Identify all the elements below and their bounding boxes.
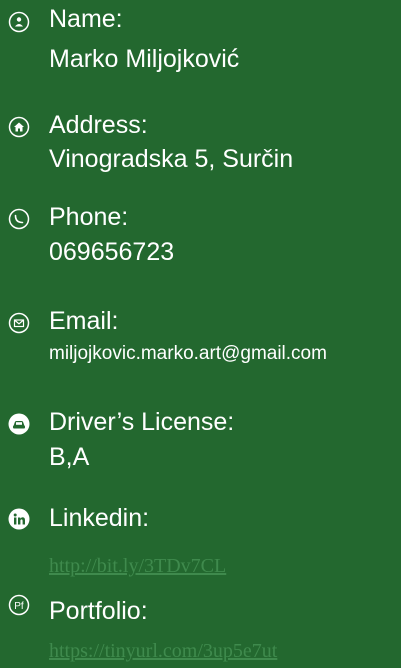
- email-label: Email:: [49, 307, 119, 335]
- home-icon: [8, 116, 30, 138]
- portfolio-label: Portfolio:: [49, 597, 148, 625]
- email-value[interactable]: miljojkovic.marko.art@gmail.com: [49, 340, 327, 368]
- envelope-icon: [8, 312, 30, 334]
- address-label: Address:: [49, 111, 148, 139]
- linkedin-icon: [8, 508, 30, 530]
- car-icon: [8, 413, 30, 435]
- linkedin-link[interactable]: http://bit.ly/3TDv7CL: [49, 554, 226, 578]
- portfolio-link[interactable]: https://tinyurl.com/3up5e7ut: [49, 639, 277, 663]
- phone-value[interactable]: 069656723: [49, 238, 174, 266]
- phone-label: Phone:: [49, 203, 129, 231]
- name-label: Name:: [49, 5, 123, 33]
- name-value: Marko Miljojković: [49, 45, 240, 73]
- license-value: B,A: [49, 443, 90, 471]
- linkedin-label: Linkedin:: [49, 504, 150, 532]
- phone-icon: [8, 208, 30, 230]
- svg-text:Pf: Pf: [14, 601, 24, 612]
- address-value: Vinogradska 5, Surčin: [49, 145, 294, 173]
- person-icon: [8, 11, 30, 33]
- license-label: Driver’s License:: [49, 408, 235, 436]
- portfolio-pf-icon: Pf: [8, 594, 30, 616]
